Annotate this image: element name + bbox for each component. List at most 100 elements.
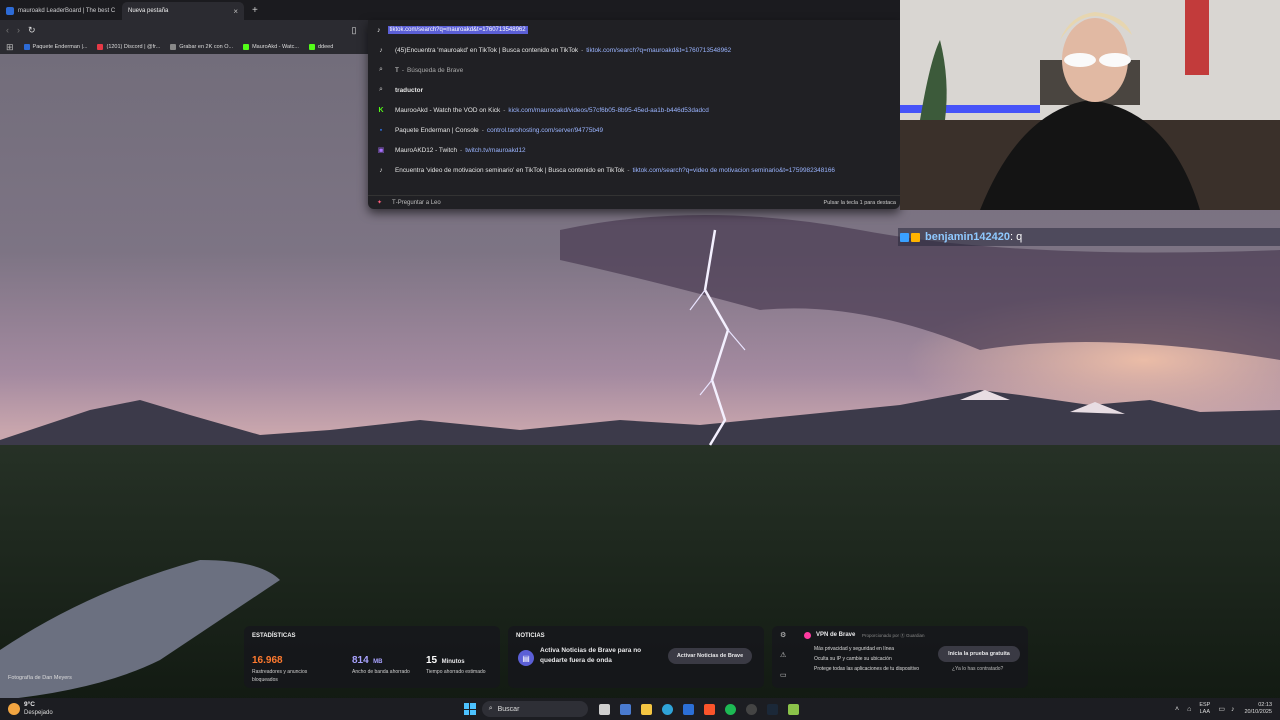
chevron-up-icon[interactable]: ˄: [1175, 706, 1179, 713]
stat-value: 16.968: [252, 655, 283, 666]
suggestion-separator: -: [481, 126, 484, 134]
file-explorer-icon[interactable]: [640, 703, 652, 715]
keyboard-hint: Pulsar la tecla 1 para destaca: [823, 199, 896, 206]
widgets-icon[interactable]: [619, 703, 631, 715]
bookmark-label: Paquete Enderman |...: [32, 44, 88, 50]
enable-news-button[interactable]: Activar Noticias de Brave: [668, 648, 752, 664]
bookmark-label: MauroAkd - Watc...: [252, 44, 299, 50]
tab-leaderboard[interactable]: mauroakd LeaderBoard | The best C: [0, 2, 122, 20]
task-view-icon[interactable]: [598, 703, 610, 715]
tab-new-tab[interactable]: Nueva pestaña ×: [122, 2, 244, 20]
start-icon[interactable]: [463, 703, 476, 715]
suggestion-url: twitch.tv/mauroakd12: [465, 146, 526, 154]
bookmark-label: Grabar en 2K con O...: [179, 44, 234, 50]
bookmark-icon[interactable]: ▯: [352, 25, 357, 36]
suggestion-url: tiktok.com/search?q=mauroakd&t=176071354…: [586, 46, 732, 54]
suggestion-item[interactable]: ▣ MauroAKD12 - Twitch - twitch.tv/mauroa…: [368, 140, 900, 160]
bookmark-item[interactable]: Grabar en 2K con O...: [170, 44, 233, 50]
weather-widget[interactable]: 9°C Despejado: [24, 701, 53, 717]
vpn-widget: ⚙ ⚠ ▭ VPN de Brave Proporcionado por ⓖ G…: [772, 626, 1028, 688]
bookmark-item[interactable]: MauroAkd - Watc...: [243, 44, 299, 50]
back-arrow-icon[interactable]: ‹: [6, 25, 9, 35]
suggestion-item[interactable]: ♪ Encuentra 'video de motivacion seminar…: [368, 160, 900, 180]
discord-icon: [97, 44, 104, 50]
vpn-trial-button[interactable]: Inicia la prueba gratuita: [938, 646, 1020, 662]
bookmark-item[interactable]: (1201) Discord | @fr...: [97, 44, 160, 50]
news-text: Activa Noticias de Brave para no quedart…: [540, 647, 642, 664]
chat-separator: :: [1010, 231, 1014, 243]
language-code: ESP: [1199, 702, 1211, 708]
taskbar-search[interactable]: ⌕ Buscar: [481, 701, 588, 717]
stats-title: ESTADÍSTICAS: [252, 633, 296, 639]
vpn-icon: [804, 632, 811, 639]
edge-icon[interactable]: [661, 703, 673, 715]
stat-bandwidth: 814 MB Ancho de banda ahorrado: [352, 650, 412, 676]
leo-label: Preguntar a Leo: [397, 199, 441, 206]
kick-icon: K: [378, 106, 384, 114]
steam-icon[interactable]: [766, 703, 778, 715]
message-icon[interactable]: ▭: [780, 671, 787, 679]
suggestion-separator: -: [460, 146, 463, 154]
news-title: NOTICIAS: [516, 633, 545, 639]
spotify-icon[interactable]: [724, 703, 736, 715]
stat-label: Ancho de banda ahorrado: [352, 669, 410, 675]
suggestion-item[interactable]: ▪ Paquete Enderman | Console - control.t…: [368, 120, 900, 140]
suggestion-item[interactable]: ♪ (45)Encuentra 'mauroakd' en TikTok | B…: [368, 40, 900, 60]
stream-chat-message: benjamin142420 : q: [898, 228, 1280, 246]
warning-icon: ⚠: [780, 652, 787, 659]
volume-icon[interactable]: ♪: [1231, 706, 1235, 713]
system-tray: ˄ ⌂ ESP LAA ▭ ♪ 02:13 20/10/2025: [1175, 702, 1280, 716]
close-tab-icon[interactable]: ×: [233, 7, 238, 16]
suggestion-url: control.tarohosting.com/server/94775b49: [486, 126, 604, 134]
address-bar-dropdown: ♪ tiktok.com/search?q=mauroakd&t=1760713…: [368, 20, 900, 209]
clock-time: 02:13: [1258, 702, 1272, 708]
suggestion-item[interactable]: K MaurooAkd - Watch the VOD on Kick - ki…: [368, 100, 900, 120]
suggestion-engine: Búsqueda de Brave: [407, 66, 464, 74]
suggestion-item[interactable]: ⌕ traductor: [368, 80, 900, 100]
suggestion-separator: -: [401, 66, 405, 74]
vpn-already-link[interactable]: ¿Ya lo has contratado?: [952, 666, 1003, 672]
stat-label: Tiempo ahorrado estimado: [426, 669, 486, 675]
news-icon: ▤: [518, 650, 534, 666]
clock[interactable]: 02:13 20/10/2025: [1244, 702, 1272, 716]
chat-badge-icon: [911, 232, 920, 242]
brave-icon[interactable]: [703, 703, 715, 715]
stat-value: 15: [426, 655, 438, 666]
search-icon: ⌕: [379, 86, 383, 93]
stat-trackers: 16.968 Rastreadores y anuncios bloqueado…: [252, 650, 332, 684]
search-icon: ⌕: [379, 66, 383, 73]
store-icon[interactable]: [682, 703, 694, 715]
search-label: Buscar: [497, 705, 520, 713]
obs-icon[interactable]: [745, 703, 757, 715]
new-tab-button[interactable]: +: [252, 5, 258, 16]
weather-icon[interactable]: [8, 703, 20, 715]
settings-icon[interactable]: ⚙: [780, 631, 786, 639]
suggestion-separator: -: [503, 106, 506, 114]
weather-desc: Despejado: [24, 710, 53, 716]
suggestion-item[interactable]: ⌕ T - Búsqueda de Brave: [368, 60, 900, 80]
bookmark-item[interactable]: Paquete Enderman |...: [23, 44, 88, 50]
vpn-sponsor: Proporcionado por ⓖ Guardian: [862, 633, 925, 638]
leo-icon: ✦: [377, 200, 383, 206]
tiktok-icon: ♪: [379, 166, 383, 174]
bookmark-item[interactable]: ddeed: [308, 44, 333, 50]
address-input-value[interactable]: tiktok.com/search?q=mauroakd&t=176071354…: [387, 26, 528, 34]
monitor-icon[interactable]: ▭: [1218, 705, 1225, 713]
vpn-bullet: Oculta su IP y cambie su ubicación: [814, 656, 892, 662]
suggestion-title: MauroAKD12 - Twitch: [395, 146, 458, 154]
forward-arrow-icon[interactable]: ›: [17, 25, 20, 35]
ask-leo-row[interactable]: ✦ T - Preguntar a Leo Pulsar la tecla 1 …: [368, 195, 900, 209]
suggestion-title: MaurooAkd - Watch the VOD on Kick: [395, 106, 501, 114]
keyboard-layout: LAA: [1199, 709, 1211, 715]
stat-unit: MB: [373, 659, 383, 665]
photo-credit[interactable]: Fotografía de Dan Meyers: [8, 675, 72, 681]
address-bar[interactable]: ♪ tiktok.com/search?q=mauroakd&t=1760713…: [368, 20, 900, 40]
network-icon[interactable]: ⌂: [1187, 706, 1191, 713]
clock-date: 20/10/2025: [1244, 709, 1272, 715]
bookmarks-bar: ⊞ Paquete Enderman |... (1201) Discord |…: [0, 40, 370, 54]
reload-icon[interactable]: ↻: [28, 25, 36, 36]
language-indicator[interactable]: ESP LAA: [1199, 702, 1210, 716]
apps-grid-icon[interactable]: ⊞: [6, 42, 14, 53]
minecraft-icon[interactable]: [787, 703, 799, 715]
suggestion-title: T: [395, 66, 399, 74]
